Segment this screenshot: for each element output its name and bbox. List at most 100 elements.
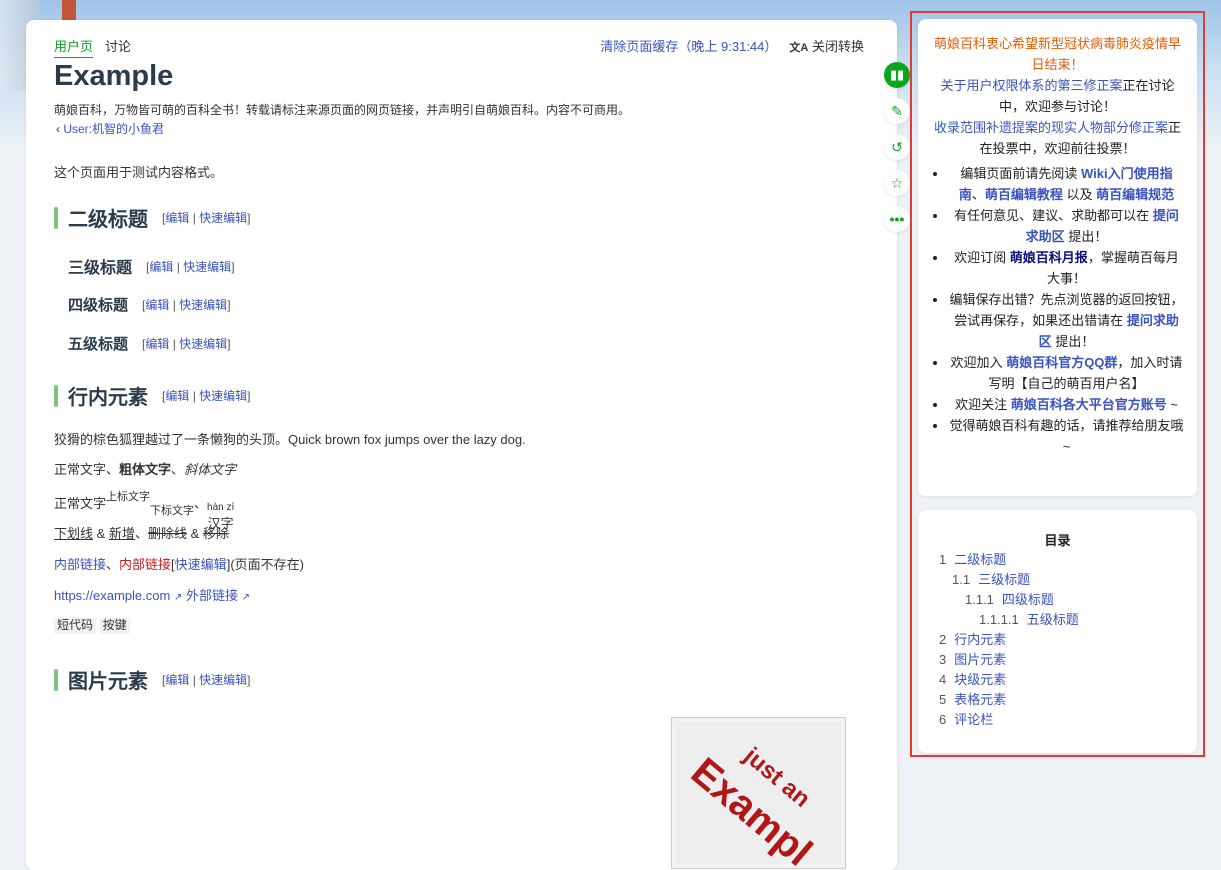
internal-link[interactable]: 内部链接 bbox=[54, 557, 106, 572]
edit-link[interactable]: 编辑 bbox=[149, 260, 173, 274]
toc-item[interactable]: 4 块级元素 bbox=[939, 670, 1079, 690]
history-icon: ↺ bbox=[891, 138, 903, 155]
edit-section-links: [编辑 | 快速编辑] bbox=[142, 337, 231, 351]
underline-text: 下划线 bbox=[54, 526, 94, 541]
edit-link[interactable]: 编辑 bbox=[165, 673, 189, 687]
toc-link[interactable]: 行内元素 bbox=[954, 632, 1006, 647]
monthly-report-link[interactable]: 萌娘百科月报 bbox=[1010, 250, 1088, 265]
external-link[interactable]: 外部链接 bbox=[186, 588, 238, 603]
toc-number: 2 bbox=[939, 632, 947, 647]
notice-covid: 萌娘百科衷心希望新型冠状病毒肺炎疫情早日结束！ bbox=[933, 36, 1181, 72]
watch-button[interactable]: ☆ bbox=[884, 170, 910, 196]
toc-list: 1 二级标题 1.1 三级标题 1.1.1 四级标题 1.1.1.1 五级标题 2 行内元… bbox=[939, 550, 1079, 730]
quick-edit-link[interactable]: 快速编辑 bbox=[175, 557, 227, 572]
toc-link[interactable]: 五级标题 bbox=[1027, 612, 1079, 627]
toc-link[interactable]: 表格元素 bbox=[954, 692, 1006, 707]
heading-text: 三级标题 bbox=[68, 260, 133, 277]
quick-edit-link[interactable]: 快速编辑 bbox=[199, 673, 247, 687]
edit-section-links: [编辑 | 快速编辑] bbox=[162, 389, 251, 403]
pencil-icon: ✎ bbox=[891, 102, 903, 119]
variant-convert-button[interactable]: 文A 关闭转换 bbox=[789, 36, 864, 55]
background-decoration-red bbox=[62, 0, 76, 22]
toc-link[interactable]: 图片元素 bbox=[954, 652, 1006, 667]
toc-item[interactable]: 1.1.1 四级标题 bbox=[939, 590, 1079, 610]
item-text: 欢迎加入 bbox=[950, 355, 1003, 370]
links-line: 内部链接、内部链接[快速编辑](页面不存在) bbox=[54, 557, 304, 572]
subscript-text: 下标文字 bbox=[150, 505, 195, 517]
quick-edit-link[interactable]: 快速编辑 bbox=[179, 337, 227, 351]
text-styles-line: 正常文字、粗体文字、斜体文字 bbox=[54, 462, 237, 477]
external-url-link[interactable]: https://example.com bbox=[54, 588, 170, 603]
edit-link[interactable]: 编辑 bbox=[165, 211, 189, 225]
breadcrumb[interactable]: ‹ User:机智的小鱼君 bbox=[56, 120, 164, 137]
notice-rfc1-link[interactable]: 关于用户权限体系的第三修正案 bbox=[940, 78, 1122, 93]
translate-icon: 文A bbox=[789, 42, 809, 54]
quick-edit-link[interactable]: 快速编辑 bbox=[199, 211, 247, 225]
rules-link[interactable]: 萌百编辑规范 bbox=[1096, 187, 1174, 202]
history-button[interactable]: ↺ bbox=[884, 134, 910, 160]
edit-section-links: [编辑 | 快速编辑] bbox=[162, 673, 251, 687]
breadcrumb-link[interactable]: User:机智的小鱼君 bbox=[63, 122, 164, 136]
edit-link[interactable]: 编辑 bbox=[145, 298, 169, 312]
example-image[interactable]: just an Exampl bbox=[671, 717, 846, 869]
item-text: 提出！ bbox=[1068, 229, 1108, 244]
quick-edit-link[interactable]: 快速编辑 bbox=[179, 298, 227, 312]
list-item: 编辑页面前请先阅读 Wiki入门使用指南、萌百编辑教程 以及 萌百编辑规范 bbox=[948, 163, 1185, 205]
quick-edit-link[interactable]: 快速编辑 bbox=[183, 260, 231, 274]
toc-item[interactable]: 2 行内元素 bbox=[939, 630, 1079, 650]
heading-h5: 五级标题 [编辑 | 快速编辑] bbox=[68, 333, 231, 354]
heading-h4: 四级标题 [编辑 | 快速编辑] bbox=[68, 294, 231, 315]
toc-link[interactable]: 二级标题 bbox=[954, 552, 1006, 567]
toc-item[interactable]: 5 表格元素 bbox=[939, 690, 1079, 710]
toc-title: 目录 bbox=[1044, 533, 1071, 548]
toc-number: 6 bbox=[939, 712, 947, 727]
bold-text: 粗体文字 bbox=[119, 462, 172, 477]
inline-code: 短代码 bbox=[54, 618, 97, 634]
red-internal-link[interactable]: 内部链接 bbox=[119, 557, 171, 572]
qq-group-link[interactable]: 萌娘百科官方QQ群 bbox=[1006, 355, 1117, 370]
heading-images: 图片元素 [编辑 | 快速编辑] bbox=[54, 665, 251, 694]
chevron-left-icon: ‹ bbox=[56, 122, 60, 136]
toc-number: 5 bbox=[939, 692, 947, 707]
edit-section-links: [编辑 | 快速编辑] bbox=[146, 259, 235, 274]
edit-link[interactable]: 编辑 bbox=[165, 389, 189, 403]
toc-item[interactable]: 3 图片元素 bbox=[939, 650, 1079, 670]
toc-number: 3 bbox=[939, 652, 947, 667]
edit-link[interactable]: 编辑 bbox=[145, 337, 169, 351]
notice-rfc2: 收录范围补遗提案的现实人物部分修正案正在投票中，欢迎前往投票！ bbox=[930, 117, 1185, 159]
sitenotice: 萌娘百科衷心希望新型冠状病毒肺炎疫情早日结束！ 关于用户权限体系的第三修正案正在… bbox=[918, 19, 1197, 496]
heading-bar bbox=[54, 668, 58, 691]
edit-section-links: [编辑 | 快速编辑] bbox=[162, 211, 251, 225]
notice-rfc2-link[interactable]: 收录范围补遗提案的现实人物部分修正案 bbox=[934, 120, 1168, 135]
intro-text: 这个页面用于测试内容格式。 bbox=[54, 165, 224, 180]
toc-number: 1 bbox=[939, 552, 947, 567]
toc-item[interactable]: 6 评论栏 bbox=[939, 710, 1079, 730]
page-side-actions: ▮▮ ✎ ↺ ☆ ••• bbox=[884, 62, 910, 242]
more-button[interactable]: ••• bbox=[884, 206, 910, 232]
quick-edit-link[interactable]: 快速编辑 bbox=[199, 389, 247, 403]
heading-h2: 二级标题 [编辑 | 快速编辑] bbox=[54, 203, 251, 232]
insert-text: 新增 bbox=[108, 526, 135, 541]
normal-text: 正常文字 bbox=[54, 496, 107, 511]
purge-cache-link[interactable]: 清除页面缓存（晚上 9:31:44） bbox=[600, 36, 777, 55]
toc-item[interactable]: 1 二级标题 bbox=[939, 550, 1079, 570]
tutorial-link[interactable]: 萌百编辑教程 bbox=[985, 187, 1063, 202]
toc-item[interactable]: 1.1.1.1 五级标题 bbox=[939, 610, 1079, 630]
code-line: 短代码 按键 bbox=[54, 616, 130, 634]
toc-item[interactable]: 1.1 三级标题 bbox=[939, 570, 1079, 590]
official-accounts-link[interactable]: 萌娘百科各大平台官方账号 bbox=[1011, 397, 1167, 412]
tab-talk[interactable]: 讨论 bbox=[105, 36, 131, 58]
heading-text: 图片元素 bbox=[68, 671, 148, 693]
notice-rfc1: 关于用户权限体系的第三修正案正在讨论中，欢迎参与讨论！ bbox=[930, 75, 1185, 117]
item-text: 有任何意见、建议、求助都可以在 bbox=[954, 208, 1150, 223]
read-button[interactable]: ▮▮ bbox=[884, 62, 910, 88]
notice-list: 编辑页面前请先阅读 Wiki入门使用指南、萌百编辑教程 以及 萌百编辑规范 有任… bbox=[930, 163, 1185, 457]
toc-link[interactable]: 块级元素 bbox=[954, 672, 1006, 687]
toc-link[interactable]: 评论栏 bbox=[954, 712, 993, 727]
tab-user-page[interactable]: 用户页 bbox=[54, 36, 94, 58]
toc-link[interactable]: 三级标题 bbox=[978, 572, 1030, 587]
edit-button[interactable]: ✎ bbox=[884, 98, 910, 124]
toc-link[interactable]: 四级标题 bbox=[1002, 592, 1054, 607]
heading-bar bbox=[54, 384, 58, 407]
item-text: ~ bbox=[1170, 397, 1178, 412]
